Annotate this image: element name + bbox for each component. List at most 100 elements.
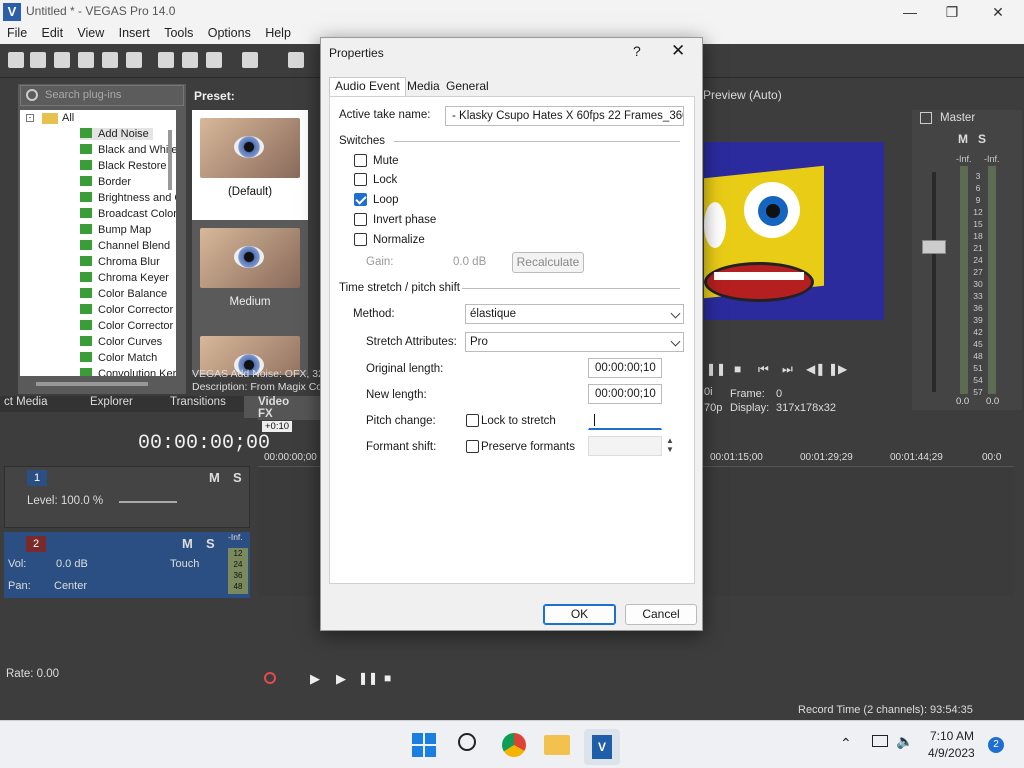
tree-item[interactable]: Chroma Keyer bbox=[80, 272, 169, 284]
tree-item[interactable]: Color Balance bbox=[80, 288, 167, 300]
tree-item[interactable]: Chroma Blur bbox=[80, 256, 160, 268]
cancel-button[interactable]: Cancel bbox=[625, 604, 697, 625]
cut-icon[interactable] bbox=[158, 52, 174, 68]
clock-time[interactable]: 7:10 AM bbox=[930, 729, 974, 743]
track2-solo-button[interactable]: S bbox=[206, 536, 215, 551]
original-length-field[interactable]: 00:00:00;10 bbox=[588, 358, 662, 378]
paste-icon[interactable] bbox=[206, 52, 222, 68]
step-back-icon[interactable]: ◀❚ bbox=[806, 362, 825, 376]
spin-arrows-icon[interactable]: ▲ ▼ bbox=[666, 436, 674, 454]
pause-icon[interactable]: ❚❚ bbox=[358, 671, 378, 685]
tree-root-all[interactable]: All bbox=[62, 112, 74, 124]
copy-icon[interactable] bbox=[182, 52, 198, 68]
preserve-formants-checkbox[interactable] bbox=[466, 440, 479, 453]
record-icon[interactable] bbox=[264, 672, 276, 684]
menu-help[interactable]: Help bbox=[258, 24, 295, 40]
tree-scrollbar[interactable] bbox=[168, 130, 172, 190]
tree-item[interactable]: Border bbox=[80, 176, 131, 188]
menu-edit[interactable]: Edit bbox=[35, 24, 68, 40]
tree-item[interactable]: Channel Blend bbox=[80, 240, 170, 252]
master-checkbox[interactable] bbox=[920, 112, 932, 124]
lock-checkbox[interactable] bbox=[354, 173, 367, 186]
tree-horizontal-scrollbar[interactable] bbox=[36, 382, 148, 386]
step-forward-icon[interactable]: ❚▶ bbox=[828, 362, 847, 376]
tab-explorer[interactable]: Explorer bbox=[90, 396, 133, 408]
open-folder-icon[interactable] bbox=[30, 52, 46, 68]
next-frame-icon[interactable]: ⏭ bbox=[782, 362, 793, 377]
tab-transitions[interactable]: Transitions bbox=[170, 396, 226, 408]
ok-button[interactable]: OK bbox=[543, 604, 616, 625]
menu-view[interactable]: View bbox=[70, 24, 108, 40]
chrome-icon[interactable] bbox=[502, 733, 526, 757]
tree-item[interactable]: Black Restore bbox=[80, 160, 166, 172]
master-solo-button[interactable]: S bbox=[978, 132, 986, 146]
minimize-button[interactable]: — bbox=[890, 2, 930, 22]
play-from-start-icon[interactable]: ▶ bbox=[310, 671, 320, 687]
save-as-icon[interactable] bbox=[78, 52, 94, 68]
normalize-checkbox[interactable] bbox=[354, 233, 367, 246]
tree-item[interactable]: Color Curves bbox=[80, 336, 162, 348]
preset-gallery[interactable]: (Default) Medium bbox=[192, 110, 308, 375]
tab-media[interactable]: Media bbox=[402, 78, 445, 96]
tab-audio-event[interactable]: Audio Event bbox=[329, 77, 406, 97]
method-select[interactable]: élastique bbox=[465, 304, 684, 324]
recalculate-button[interactable]: Recalculate bbox=[512, 252, 584, 273]
tree-item[interactable]: Color Corrector (S bbox=[80, 320, 176, 332]
menu-file[interactable]: File bbox=[0, 24, 31, 40]
clock-date[interactable]: 4/9/2023 bbox=[928, 746, 975, 760]
mute-checkbox[interactable] bbox=[354, 154, 367, 167]
tree-item[interactable]: Broadcast Colors bbox=[80, 208, 176, 220]
tab-project-media[interactable]: ct Media bbox=[4, 396, 47, 408]
stretch-attr-select[interactable]: Pro bbox=[465, 332, 684, 352]
tree-item-add-noise[interactable]: Add Noise bbox=[80, 128, 153, 140]
track1-level-slider[interactable] bbox=[119, 501, 177, 503]
undo-icon[interactable] bbox=[242, 52, 258, 68]
preview-mode-dropdown[interactable]: Preview (Auto) bbox=[703, 88, 782, 102]
notification-badge[interactable]: 2 bbox=[988, 737, 1004, 753]
prev-frame-icon[interactable]: ⏮ bbox=[758, 362, 769, 377]
file-explorer-icon[interactable] bbox=[544, 735, 570, 755]
master-mute-button[interactable]: M bbox=[958, 132, 968, 146]
help-button[interactable]: ? bbox=[633, 43, 641, 59]
tab-general[interactable]: General bbox=[441, 78, 494, 96]
window-close-button[interactable]: ✕ bbox=[978, 2, 1018, 22]
stop-icon[interactable]: ■ bbox=[734, 362, 741, 376]
plugin-search-input[interactable]: Search plug-ins bbox=[20, 85, 184, 106]
collapse-icon[interactable]: - bbox=[26, 114, 34, 122]
render-icon[interactable] bbox=[102, 52, 118, 68]
pause-icon[interactable]: ❚❚ bbox=[706, 362, 726, 376]
tree-item[interactable]: Bump Map bbox=[80, 224, 151, 236]
new-length-field[interactable]: 00:00:00;10 bbox=[588, 384, 662, 404]
dialog-close-button[interactable]: ✕ bbox=[671, 41, 685, 61]
gear-icon[interactable] bbox=[126, 52, 142, 68]
track2-automation-mode[interactable]: Touch bbox=[170, 558, 199, 570]
loop-checkbox[interactable] bbox=[354, 193, 367, 206]
invert-phase-checkbox[interactable] bbox=[354, 213, 367, 226]
tree-item[interactable]: Brightness and Co bbox=[80, 192, 176, 204]
display-icon[interactable] bbox=[872, 735, 888, 747]
maximize-button[interactable]: ❐ bbox=[932, 2, 972, 22]
volume-icon[interactable]: 🔈 bbox=[896, 733, 913, 750]
active-take-field[interactable]: - Klasky Csupo Hates X 60fps 22 Frames_3… bbox=[445, 106, 684, 126]
tree-item[interactable]: Color Match bbox=[80, 352, 157, 364]
audio-track-2[interactable]: 2 M S Vol: 0.0 dB Pan: Center Touch -Inf… bbox=[4, 532, 250, 598]
lock-to-stretch-checkbox[interactable] bbox=[466, 414, 479, 427]
stop-icon[interactable]: ■ bbox=[384, 671, 391, 685]
tree-item[interactable]: Black and White bbox=[80, 144, 176, 156]
new-file-icon[interactable] bbox=[8, 52, 24, 68]
tab-video-fx[interactable]: Video FX bbox=[244, 396, 320, 420]
track1-mute-button[interactable]: M bbox=[209, 470, 220, 485]
tree-item[interactable]: Color Corrector bbox=[80, 304, 173, 316]
windows-start-icon[interactable] bbox=[412, 733, 436, 757]
master-fader-handle[interactable] bbox=[922, 240, 946, 254]
menu-options[interactable]: Options bbox=[201, 24, 255, 40]
chevron-up-icon[interactable]: ⌃ bbox=[840, 735, 852, 752]
play-icon[interactable]: ▶ bbox=[336, 671, 346, 687]
save-icon[interactable] bbox=[54, 52, 70, 68]
pitch-change-input[interactable] bbox=[588, 410, 662, 430]
video-track-1[interactable]: 1 M S Level: 100.0 % bbox=[4, 466, 250, 528]
track2-mute-button[interactable]: M bbox=[182, 536, 193, 551]
redo-icon[interactable] bbox=[288, 52, 304, 68]
formant-shift-field[interactable] bbox=[588, 436, 662, 456]
menu-insert[interactable]: Insert bbox=[112, 24, 154, 40]
